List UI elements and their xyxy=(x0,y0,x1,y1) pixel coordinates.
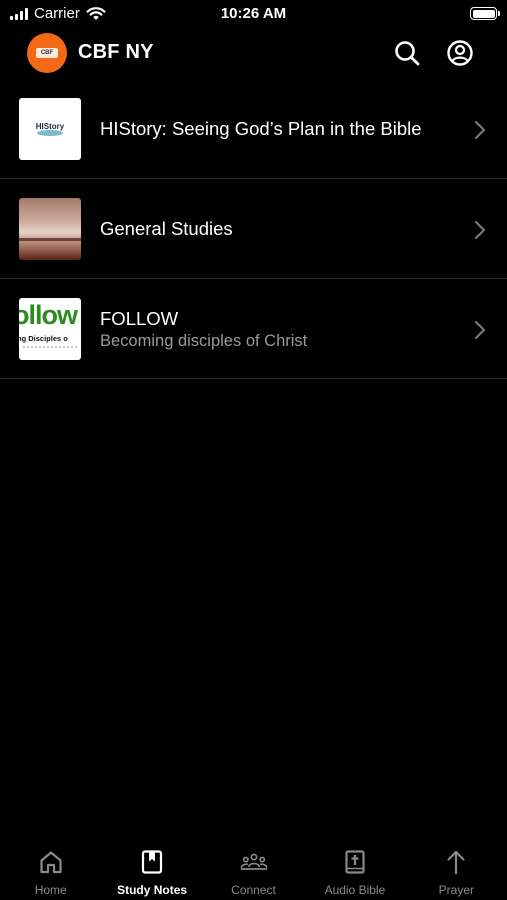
open-bible-thumbnail xyxy=(19,198,81,260)
search-button[interactable] xyxy=(392,38,422,68)
tab-label: Study Notes xyxy=(117,883,188,897)
list-item-title: General Studies xyxy=(100,218,233,239)
account-button[interactable] xyxy=(445,38,475,68)
chevron-right-icon xyxy=(474,120,486,140)
tab-home[interactable]: Home xyxy=(0,840,101,900)
list-item-subtitle: Becoming disciples of Christ xyxy=(100,332,308,350)
bookmark-icon xyxy=(142,850,163,874)
status-bar: Carrier 10:26 AM xyxy=(0,0,507,28)
tab-bar: Home Study Notes Connect Audio Bible Pra… xyxy=(0,840,507,900)
tab-study-notes[interactable]: Study Notes xyxy=(101,840,202,900)
tab-label: Home xyxy=(34,883,67,897)
history-thumbnail: HIStory xyxy=(19,98,81,160)
app-title: CBF NY xyxy=(78,41,154,63)
search-icon xyxy=(395,41,420,66)
follow-thumb-subtext: ng Disciples o xyxy=(19,334,68,343)
battery-icon xyxy=(470,7,500,20)
list-item[interactable]: ollow ng Disciples o FOLLOW Becoming dis… xyxy=(0,279,507,379)
list-item[interactable]: General Studies xyxy=(0,179,507,279)
tab-label: Audio Bible xyxy=(324,883,386,897)
tab-prayer[interactable]: Prayer xyxy=(406,840,507,900)
follow-thumbnail: ollow ng Disciples o xyxy=(19,298,81,360)
bible-icon xyxy=(345,850,365,874)
tab-label: Prayer xyxy=(438,883,474,897)
follow-thumb-text: ollow xyxy=(19,300,78,330)
logo-text: CBF xyxy=(36,48,58,58)
home-icon xyxy=(40,851,62,874)
tab-connect[interactable]: Connect xyxy=(203,840,304,900)
list-item[interactable]: HIStory HIStory: Seeing God’s Plan in th… xyxy=(0,79,507,179)
group-icon xyxy=(239,853,268,870)
church-logo: CBF xyxy=(27,33,67,73)
chevron-right-icon xyxy=(474,320,486,340)
study-notes-list: HIStory HIStory: Seeing God’s Plan in th… xyxy=(0,79,507,379)
tab-audio-bible[interactable]: Audio Bible xyxy=(304,840,405,900)
account-icon xyxy=(447,40,473,66)
app-header: CBF CBF NY xyxy=(0,30,507,78)
arrow-up-icon xyxy=(447,850,465,875)
study-notes-screen: Carrier 10:26 AM CBF CBF NY HIStory HISt… xyxy=(0,0,507,900)
list-item-title: HIStory: Seeing God’s Plan in the Bible xyxy=(100,118,422,139)
list-item-title: FOLLOW xyxy=(100,308,179,329)
tab-label: Connect xyxy=(231,883,276,897)
chevron-right-icon xyxy=(474,220,486,240)
clock: 10:26 AM xyxy=(220,5,287,22)
